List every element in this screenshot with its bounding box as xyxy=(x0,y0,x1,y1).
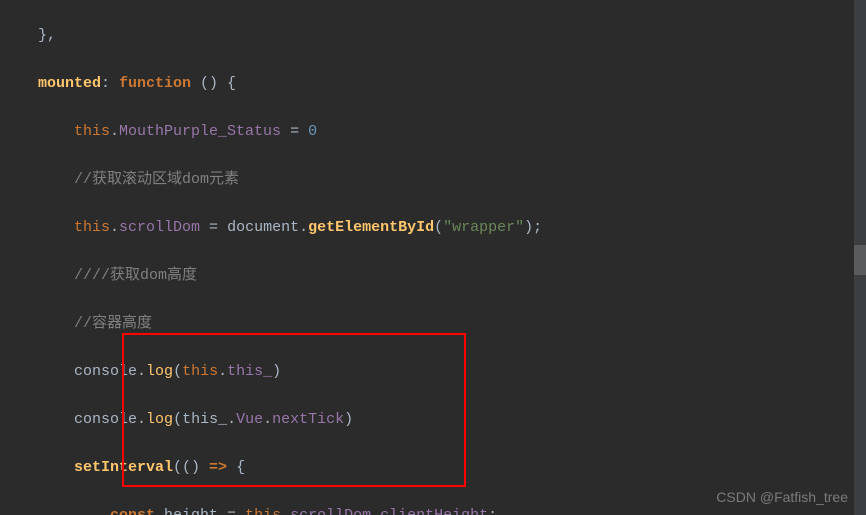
code-line: this.scrollDom = document.getElementById… xyxy=(20,216,866,240)
code-line: this.MouthPurple_Status = 0 xyxy=(20,120,866,144)
scrollbar[interactable] xyxy=(854,0,866,515)
code-line: mounted: function () { xyxy=(20,72,866,96)
code-line: ////获取dom高度 xyxy=(20,264,866,288)
code-line: setInterval(() => { xyxy=(20,456,866,480)
code-line: const height = this.scrollDom.clientHeig… xyxy=(20,504,866,515)
code-editor[interactable]: }, mounted: function () { this.MouthPurp… xyxy=(0,0,866,515)
code-line: }, xyxy=(20,24,866,48)
scrollbar-thumb[interactable] xyxy=(854,245,866,275)
code-line: console.log(this.this_) xyxy=(20,360,866,384)
code-line: //获取滚动区域dom元素 xyxy=(20,168,866,192)
code-line: //容器高度 xyxy=(20,312,866,336)
code-line: console.log(this_.Vue.nextTick) xyxy=(20,408,866,432)
